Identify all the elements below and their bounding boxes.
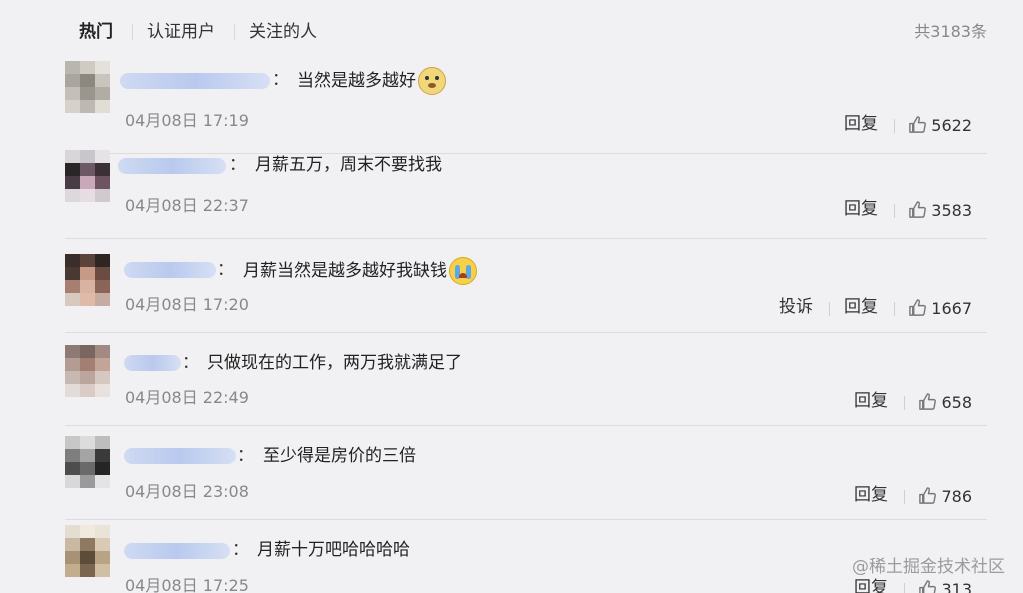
username-blurred[interactable]: [124, 448, 236, 464]
like-count: 658: [941, 393, 972, 412]
comment-time: 04月08日 17:25: [125, 576, 249, 593]
like-button[interactable]: 658: [918, 392, 972, 414]
comment-item: ： 当然是越多越好 04月08日 17:19 回复 5622: [0, 61, 1023, 154]
tab-bar: 热门 认证用户 关注的人 共3183条: [0, 0, 1023, 62]
tab-divider: [234, 24, 235, 40]
action-divider: [894, 302, 895, 316]
comment-item: ： 月薪五万，周末不要找我 04月08日 22:37 回复 3583: [0, 146, 1023, 239]
thumbs-up-icon: [919, 487, 937, 504]
thumbs-up-icon: [919, 393, 937, 410]
like-count: 313: [941, 580, 972, 593]
like-count: 1667: [931, 299, 972, 318]
username-blurred[interactable]: [118, 158, 226, 174]
tab-following[interactable]: 关注的人: [249, 20, 317, 44]
doge-icon: [418, 67, 446, 95]
comment-item: ： 只做现在的工作，两万我就满足了 04月08日 22:49 回复 658: [0, 333, 1023, 426]
like-count: 786: [941, 487, 972, 506]
avatar[interactable]: [65, 61, 110, 113]
username-blurred[interactable]: [120, 73, 270, 89]
reply-button[interactable]: 回复: [844, 296, 878, 318]
like-count: 5622: [931, 116, 972, 135]
comment-text: 月薪当然是越多越好我缺钱: [243, 257, 477, 285]
username-colon: ：: [272, 70, 289, 90]
username-blurred[interactable]: [124, 543, 230, 559]
like-button[interactable]: 3583: [908, 200, 972, 222]
tab-hot[interactable]: 热门: [79, 20, 113, 44]
action-divider: [829, 302, 830, 316]
thumbs-up-icon: [919, 580, 937, 593]
thumbs-up-icon: [909, 299, 927, 316]
action-divider: [904, 396, 905, 410]
comment-count: 共3183条: [914, 22, 987, 41]
comment-text: 只做现在的工作，两万我就满足了: [207, 353, 462, 373]
tab-divider: [132, 24, 133, 40]
reply-button[interactable]: 回复: [854, 484, 888, 506]
username-blurred[interactable]: [124, 355, 181, 371]
username-colon: ：: [237, 446, 254, 466]
report-button[interactable]: 投诉: [779, 296, 813, 318]
action-divider: [894, 119, 895, 133]
comment-item: ： 至少得是房价的三倍 04月08日 23:08 回复 786: [0, 426, 1023, 519]
comment-time: 04月08日 22:37: [125, 196, 249, 215]
reply-button[interactable]: 回复: [854, 577, 888, 593]
comment-time: 04月08日 23:08: [125, 482, 249, 501]
comment-text: 至少得是房价的三倍: [263, 446, 416, 466]
comment-text: 当然是越多越好: [297, 67, 446, 95]
comment-divider: [65, 238, 987, 239]
comment-item: ： 月薪当然是越多越好我缺钱 04月08日 17:20 投诉 回复 1667: [0, 240, 1023, 333]
avatar[interactable]: [65, 436, 110, 494]
username-colon: ：: [229, 155, 246, 175]
comment-text: 月薪十万吧哈哈哈哈: [257, 540, 410, 560]
reply-button[interactable]: 回复: [854, 390, 888, 412]
reply-button[interactable]: 回复: [844, 198, 878, 220]
avatar[interactable]: [65, 345, 110, 397]
like-button[interactable]: 313: [918, 579, 972, 593]
tab-verified-users[interactable]: 认证用户: [147, 20, 215, 44]
crying-icon: [449, 257, 477, 285]
avatar[interactable]: [65, 525, 110, 585]
comment-time: 04月08日 22:49: [125, 388, 249, 407]
thumbs-up-icon: [909, 116, 927, 133]
avatar[interactable]: [65, 254, 110, 306]
comment-time: 04月08日 17:20: [125, 295, 249, 314]
username-colon: ：: [182, 353, 199, 373]
avatar[interactable]: [65, 150, 110, 202]
action-divider: [904, 490, 905, 504]
comment-time: 04月08日 17:19: [125, 111, 249, 130]
username-colon: ：: [217, 260, 234, 280]
action-divider: [904, 583, 905, 593]
action-divider: [894, 204, 895, 218]
comment-text: 月薪五万，周末不要找我: [255, 155, 442, 175]
like-count: 3583: [931, 201, 972, 220]
like-button[interactable]: 1667: [908, 298, 972, 320]
like-button[interactable]: 5622: [908, 115, 972, 137]
username-blurred[interactable]: [124, 262, 216, 278]
username-colon: ：: [232, 540, 249, 560]
like-button[interactable]: 786: [918, 486, 972, 508]
reply-button[interactable]: 回复: [844, 113, 878, 135]
thumbs-up-icon: [909, 201, 927, 218]
watermark: @稀土掘金技术社区: [852, 557, 1005, 577]
